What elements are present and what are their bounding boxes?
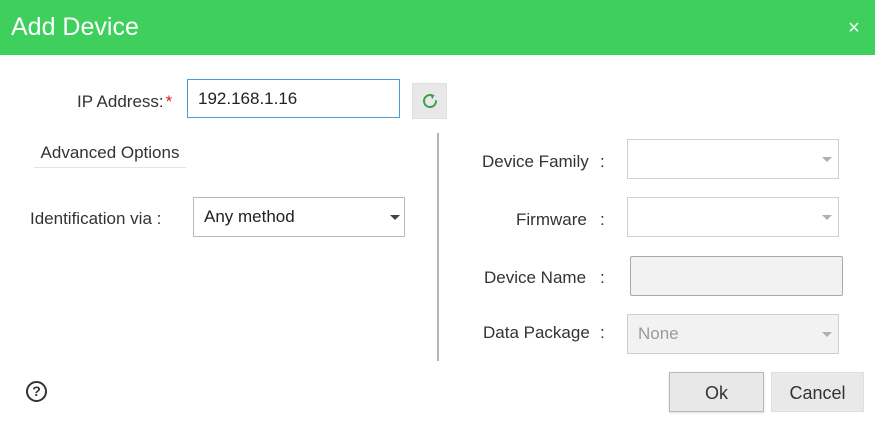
data-package-value: None — [638, 324, 679, 343]
firmware-select[interactable] — [627, 197, 839, 237]
device-name-colon: : — [600, 268, 605, 287]
ip-address-input[interactable] — [187, 79, 400, 118]
refresh-button[interactable] — [412, 83, 447, 119]
identification-label-text: Identification via — [30, 209, 152, 228]
data-package-select[interactable]: None — [627, 314, 839, 354]
help-icon[interactable]: ? — [26, 381, 47, 402]
section-divider — [437, 133, 439, 361]
chevron-down-icon — [822, 332, 832, 337]
identification-colon: : — [156, 209, 162, 228]
identification-label: Identification via : — [30, 208, 161, 230]
add-device-dialog: Add Device × IP Address:* Advanced Optio… — [0, 0, 875, 431]
firmware-colon: : — [600, 210, 605, 229]
device-name-field[interactable] — [630, 256, 843, 296]
dialog-title: Add Device — [11, 13, 139, 41]
device-family-colon: : — [600, 152, 605, 171]
tab-advanced-options[interactable]: Advanced Options — [34, 138, 186, 168]
refresh-icon — [422, 93, 437, 108]
chevron-down-icon — [822, 157, 832, 162]
chevron-down-icon — [822, 215, 832, 220]
ip-address-label-text: IP Address — [77, 92, 159, 111]
ip-address-colon: : — [158, 92, 164, 111]
device-family-label: Device Family — [482, 152, 589, 171]
close-icon[interactable]: × — [844, 16, 864, 40]
chevron-down-icon — [390, 215, 400, 220]
identification-value: Any method — [204, 207, 295, 226]
data-package-colon: : — [600, 323, 605, 342]
device-family-select[interactable] — [627, 139, 839, 179]
firmware-label: Firmware — [516, 210, 587, 229]
ip-address-label: IP Address: * — [77, 91, 172, 113]
ok-button[interactable]: Ok — [669, 372, 764, 412]
identification-select[interactable]: Any method — [193, 197, 405, 237]
cancel-button[interactable]: Cancel — [771, 372, 864, 412]
required-marker: * — [165, 92, 173, 111]
dialog-header: Add Device × — [0, 0, 875, 55]
data-package-label: Data Package — [483, 323, 590, 342]
device-name-label: Device Name — [484, 268, 587, 287]
